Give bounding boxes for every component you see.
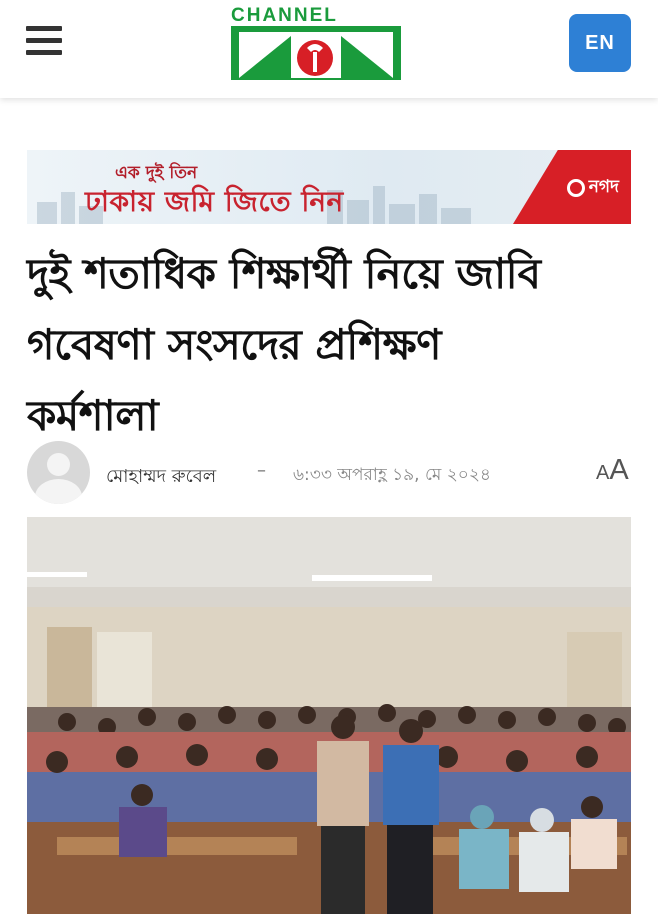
ad-brand-name: নগদ xyxy=(588,177,619,197)
headline-line: কর্মশালা xyxy=(27,391,159,440)
article-headline: দুই শতাধিক শিক্ষার্থী নিয়ে জাবি গবেষণা … xyxy=(27,238,631,451)
byline-separator: – xyxy=(257,460,266,481)
top-header: CHANNEL EN xyxy=(0,0,658,98)
channel-i-logo[interactable]: CHANNEL xyxy=(231,6,401,80)
headline-line: গবেষণা সংসদের প্রশিক্ষণ xyxy=(27,320,442,369)
user-silhouette-body xyxy=(35,479,82,504)
channel-i-logo-icon xyxy=(231,26,401,80)
ad-headline: ঢাকায় জমি জিতে নিন xyxy=(85,185,344,218)
publish-datetime: ৬:৩৩ অপরাহ্ণ ১৯, মে ২০২৪ xyxy=(293,465,491,485)
headline-line: দুই শতাধিক শিক্ষার্থী নিয়ে জাবি xyxy=(27,249,541,298)
font-size-small-icon: A xyxy=(596,462,610,484)
font-size-large-icon: A xyxy=(609,454,629,486)
user-silhouette-icon xyxy=(47,453,70,476)
ad-banner[interactable]: এক দুই তিন ঢাকায় জমি জিতে নিন নগদ xyxy=(27,150,631,224)
language-toggle-button[interactable]: EN xyxy=(569,14,631,72)
author-name-link[interactable]: মোহাম্মদ রুবেল xyxy=(106,462,216,493)
article-image[interactable] xyxy=(27,517,631,914)
ad-brand-logo: নগদ xyxy=(566,174,619,202)
nagad-logo-icon xyxy=(566,179,585,197)
hamburger-menu-icon[interactable] xyxy=(26,26,62,56)
group-photo-illustration xyxy=(27,517,631,914)
author-avatar[interactable] xyxy=(27,441,90,504)
font-size-toggle[interactable]: A A xyxy=(596,454,629,487)
